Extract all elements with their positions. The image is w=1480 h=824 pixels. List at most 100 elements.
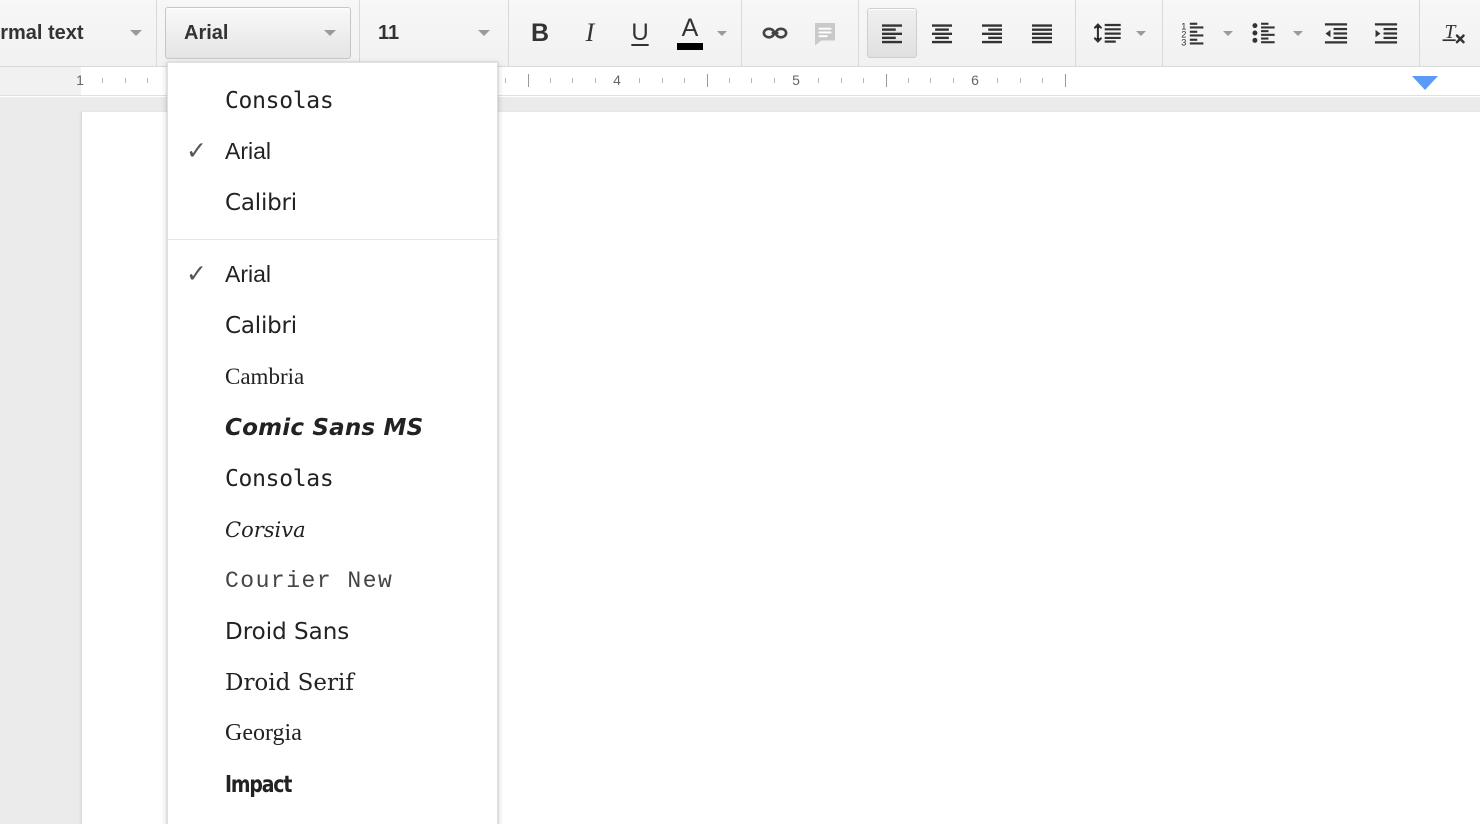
- line-spacing-button[interactable]: [1084, 8, 1134, 58]
- ruler-tick: [1020, 78, 1021, 83]
- align-left-button[interactable]: [867, 8, 917, 58]
- font-family-value: Arial: [184, 22, 228, 45]
- italic-icon: I: [586, 20, 595, 46]
- toolbar: ormal text Arial 11 B I: [0, 0, 1480, 67]
- ruler-tick-major: [886, 74, 887, 87]
- ruler-tick: [863, 78, 864, 83]
- google-docs-window: ormal text Arial 11 B I: [0, 0, 1480, 824]
- ruler-tick: [505, 78, 506, 83]
- numbered-list-button[interactable]: 1 2 3: [1171, 8, 1221, 58]
- italic-button[interactable]: I: [565, 8, 615, 58]
- ruler-number: 1: [76, 72, 84, 88]
- decrease-indent-button[interactable]: [1311, 8, 1361, 58]
- font-menu-item-label: Consolas: [225, 466, 333, 492]
- ruler-tick: [572, 78, 573, 83]
- font-menu-item[interactable]: Droid Serif: [168, 657, 497, 708]
- ruler-tick-major: [1065, 74, 1066, 87]
- font-menu-item[interactable]: Courier New: [168, 555, 497, 606]
- bulleted-list-button[interactable]: [1241, 8, 1291, 58]
- ruler-number: 4: [613, 72, 621, 88]
- comment-icon: [810, 18, 840, 48]
- font-size-value: 11: [378, 22, 399, 45]
- line-spacing-chevron-down-icon[interactable]: [1136, 31, 1146, 36]
- ruler-number: 6: [971, 72, 979, 88]
- ruler-tick: [774, 78, 775, 83]
- font-menu-item-label: Impact: [225, 772, 291, 798]
- font-menu-item-label: Calibri: [225, 190, 297, 216]
- toolbar-group-font: Arial: [157, 0, 359, 67]
- font-size-selector[interactable]: 11: [360, 7, 504, 59]
- ruler-tick: [1042, 78, 1043, 83]
- font-menu-item[interactable]: Comic Sans MS: [168, 402, 497, 453]
- underline-button[interactable]: U: [615, 8, 665, 58]
- all-fonts-section: ✓Arial Calibri Cambria Comic Sans MS Consola…: [168, 249, 497, 810]
- line-spacing-icon: [1093, 18, 1125, 48]
- ruler-tick-major: [707, 74, 708, 87]
- font-menu-item-label: Calibri: [225, 313, 297, 339]
- chevron-down-icon: [478, 30, 490, 36]
- align-right-icon: [977, 18, 1007, 48]
- svg-text:3: 3: [1181, 37, 1186, 47]
- align-justify-button[interactable]: [1017, 8, 1067, 58]
- numbered-list-chevron-down-icon[interactable]: [1223, 31, 1233, 36]
- clear-formatting-icon: T: [1438, 17, 1472, 49]
- font-menu-item[interactable]: Corsiva: [168, 504, 497, 555]
- text-color-chevron-down-icon[interactable]: [717, 31, 727, 36]
- font-menu-item-label: Arial: [225, 138, 271, 165]
- ruler-number: 5: [792, 72, 800, 88]
- font-family-dropdown-menu[interactable]: Consolas✓ArialCalibri ✓ArialCalibriCambr…: [167, 62, 498, 824]
- font-menu-item[interactable]: Impact: [168, 759, 497, 810]
- ruler-tick: [953, 78, 954, 83]
- paragraph-style-value: ormal text: [0, 22, 84, 45]
- bulleted-list-chevron-down-icon[interactable]: [1293, 31, 1303, 36]
- clear-formatting-button[interactable]: T: [1430, 8, 1480, 58]
- toolbar-group-clear: T: [1420, 0, 1480, 67]
- right-indent-marker[interactable]: [1412, 76, 1438, 90]
- ruler-tick: [662, 78, 663, 83]
- ruler-tick: [595, 78, 596, 83]
- font-menu-item[interactable]: Calibri: [168, 300, 497, 351]
- align-center-button[interactable]: [917, 8, 967, 58]
- text-color-swatch: [677, 43, 703, 50]
- font-menu-item[interactable]: Droid Sans: [168, 606, 497, 657]
- toolbar-group-spacing: [1076, 0, 1162, 67]
- font-menu-item[interactable]: Calibri: [168, 177, 497, 228]
- font-menu-item-label: Consolas: [225, 88, 333, 114]
- toolbar-group-insert: [742, 0, 858, 67]
- menu-divider: [168, 239, 497, 240]
- increase-indent-icon: [1370, 18, 1402, 48]
- font-menu-item[interactable]: ✓Arial: [168, 126, 497, 177]
- font-family-selector[interactable]: Arial: [165, 7, 351, 59]
- check-icon: ✓: [168, 139, 225, 164]
- align-center-icon: [927, 18, 957, 48]
- check-icon: ✓: [168, 262, 225, 287]
- font-menu-item[interactable]: Consolas: [168, 75, 497, 126]
- font-menu-item-label: Droid Serif: [225, 670, 354, 696]
- align-right-button[interactable]: [967, 8, 1017, 58]
- text-color-button[interactable]: A: [665, 8, 715, 58]
- font-menu-item-label: Georgia: [225, 720, 302, 747]
- insert-link-button[interactable]: [750, 8, 800, 58]
- ruler-tick: [930, 78, 931, 83]
- font-menu-item-label: Comic Sans MS: [225, 415, 423, 441]
- align-left-icon: [877, 18, 907, 48]
- add-comment-button[interactable]: [800, 8, 850, 58]
- bold-button[interactable]: B: [515, 8, 565, 58]
- font-menu-item[interactable]: Georgia: [168, 708, 497, 759]
- ruler-tick: [818, 78, 819, 83]
- increase-indent-button[interactable]: [1361, 8, 1411, 58]
- paragraph-style-selector[interactable]: ormal text: [0, 7, 156, 59]
- ruler-tick: [639, 78, 640, 83]
- ruler-tick: [997, 78, 998, 83]
- font-menu-item[interactable]: Consolas: [168, 453, 497, 504]
- font-menu-item[interactable]: ✓Arial: [168, 249, 497, 300]
- font-menu-item[interactable]: Cambria: [168, 351, 497, 402]
- ruler-tick: [751, 78, 752, 83]
- text-color-icon: A: [677, 16, 703, 50]
- ruler-tick: [125, 78, 126, 83]
- ruler-tick: [102, 78, 103, 83]
- font-menu-item-label: Courier New: [225, 568, 393, 594]
- toolbar-group-styles: ormal text: [0, 0, 156, 67]
- font-menu-item-label: Corsiva: [225, 518, 306, 542]
- align-justify-icon: [1027, 18, 1057, 48]
